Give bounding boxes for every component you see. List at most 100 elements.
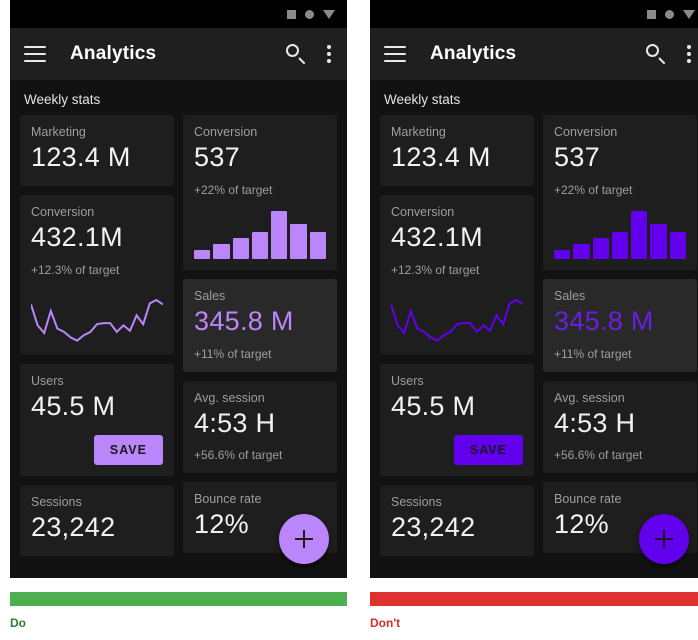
bar-2 xyxy=(573,244,590,259)
save-row: SAVE xyxy=(391,435,523,466)
square-icon xyxy=(647,9,656,19)
line-chart xyxy=(31,289,163,344)
line-chart xyxy=(391,289,523,344)
bar-2 xyxy=(213,244,230,259)
save-button[interactable]: SAVE xyxy=(453,435,523,466)
app-bar: Analytics xyxy=(370,28,698,80)
bar-7 xyxy=(309,231,326,259)
card-value: 4:53 H xyxy=(554,407,636,438)
caption-do: Do xyxy=(10,616,26,630)
card-conversion-secondary[interactable]: Conversion 432.1M +12.3% of target xyxy=(380,194,534,355)
card-label: Conversion xyxy=(194,125,258,139)
card-subtext: +12.3% of target xyxy=(31,262,120,277)
card-value: 432.1M xyxy=(31,221,123,252)
phone-frame-dont: Analytics Weekly stats Marketing 123.4 M… xyxy=(370,0,698,578)
card-value: 23,242 xyxy=(31,512,116,543)
card-conversion-secondary[interactable]: Conversion 432.1M +12.3% of target xyxy=(20,194,174,355)
card-value: 537 xyxy=(554,142,600,172)
bar-4 xyxy=(251,232,269,259)
bar-chart xyxy=(194,210,326,259)
card-subtext: +56.6% of target xyxy=(554,448,643,463)
card-subtext: +11% of target xyxy=(554,346,632,361)
card-label: Sessions xyxy=(31,495,82,510)
bar-6 xyxy=(650,224,667,259)
bar-chart xyxy=(554,210,686,259)
card-avg-session[interactable]: Avg. session 4:53 H +56.6% of target xyxy=(543,380,697,474)
bar-6 xyxy=(290,224,307,259)
hamburger-menu-icon[interactable] xyxy=(384,46,406,62)
card-users[interactable]: Users 45.5 M SAVE xyxy=(20,363,174,477)
bar-3 xyxy=(592,237,609,259)
bar-5 xyxy=(271,210,288,259)
search-icon[interactable] xyxy=(285,43,307,65)
card-label: Users xyxy=(31,373,64,388)
stats-column-right: Conversion 537 +22% of target Sales 345.… xyxy=(183,115,337,556)
card-value: 345.8 M xyxy=(554,305,654,336)
card-subtext: +22% of target xyxy=(194,182,273,197)
card-value: 123.4 M xyxy=(31,142,131,172)
section-title: Weekly stats xyxy=(384,92,461,107)
status-bar-do xyxy=(10,592,347,606)
stats-column-left: Marketing 123.4 M Conversion 432.1M +12.… xyxy=(20,115,174,556)
card-marketing[interactable]: Marketing 123.4 M xyxy=(380,115,534,186)
floating-action-button[interactable] xyxy=(639,514,689,564)
card-label: Sales xyxy=(554,288,586,303)
card-subtext: +11% of target xyxy=(194,346,272,361)
example-do: Analytics Weekly stats Marketing 123.4 M… xyxy=(10,0,347,630)
bar-1 xyxy=(194,250,211,259)
card-sales[interactable]: Sales 345.8 M +11% of target xyxy=(183,278,337,372)
app-bar: Analytics xyxy=(10,28,347,80)
card-value: 432.1M xyxy=(391,221,483,252)
card-conversion-primary[interactable]: Conversion 537 +22% of target xyxy=(543,115,697,270)
stats-column-right: Conversion 537 +22% of target Sales 345.… xyxy=(543,115,697,556)
card-conversion-primary[interactable]: Conversion 537 +22% of target xyxy=(183,115,337,270)
bar-1 xyxy=(554,250,571,259)
content-area-do: Weekly stats Marketing 123.4 M Conversio… xyxy=(10,80,347,578)
card-sessions[interactable]: Sessions 23,242 xyxy=(20,485,174,556)
card-label: Avg. session xyxy=(554,390,625,405)
bar-5 xyxy=(631,210,648,259)
hamburger-menu-icon[interactable] xyxy=(24,46,46,62)
card-value: 45.5 M xyxy=(31,390,116,421)
circle-icon xyxy=(665,9,674,19)
status-bar-icons xyxy=(647,9,695,19)
overflow-menu-icon[interactable] xyxy=(327,45,331,63)
status-bar-icons xyxy=(287,9,335,19)
search-icon[interactable] xyxy=(645,43,667,65)
card-sessions[interactable]: Sessions 23,242 xyxy=(380,485,534,556)
card-subtext: +22% of target xyxy=(554,182,633,197)
save-button[interactable]: SAVE xyxy=(93,435,163,466)
card-label: Conversion xyxy=(31,204,95,219)
status-bar xyxy=(370,0,698,28)
triangle-down-icon xyxy=(323,9,335,19)
card-avg-session[interactable]: Avg. session 4:53 H +56.6% of target xyxy=(183,380,337,474)
bar-3 xyxy=(232,237,249,259)
page-title: Analytics xyxy=(430,43,517,64)
card-users[interactable]: Users 45.5 M SAVE xyxy=(380,363,534,477)
card-label: Conversion xyxy=(391,204,455,219)
card-value: 537 xyxy=(194,142,240,172)
card-value: 345.8 M xyxy=(194,305,294,336)
card-marketing[interactable]: Marketing 123.4 M xyxy=(20,115,174,186)
content-area-dont: Weekly stats Marketing 123.4 M Conversio… xyxy=(370,80,698,578)
caption-dont: Don't xyxy=(370,616,401,630)
stats-grid: Marketing 123.4 M Conversion 432.1M +12.… xyxy=(370,115,698,556)
phone-frame-do: Analytics Weekly stats Marketing 123.4 M… xyxy=(10,0,347,578)
triangle-down-icon xyxy=(683,9,695,19)
card-subtext: +12.3% of target xyxy=(391,262,480,277)
card-sales[interactable]: Sales 345.8 M +11% of target xyxy=(543,278,697,372)
card-value: 123.4 M xyxy=(391,142,491,172)
overflow-menu-icon[interactable] xyxy=(687,45,691,63)
bar-7 xyxy=(669,231,686,259)
card-label: Sales xyxy=(194,288,226,303)
square-icon xyxy=(287,9,296,19)
circle-icon xyxy=(305,9,314,19)
example-dont: Analytics Weekly stats Marketing 123.4 M… xyxy=(370,0,698,630)
bar-4 xyxy=(611,232,629,259)
plus-icon xyxy=(295,530,313,548)
card-label: Marketing xyxy=(31,125,86,139)
stats-column-left: Marketing 123.4 M Conversion 432.1M +12.… xyxy=(380,115,534,556)
card-value: 23,242 xyxy=(391,512,476,543)
floating-action-button[interactable] xyxy=(279,514,329,564)
comparison-page: Analytics Weekly stats Marketing 123.4 M… xyxy=(0,0,698,640)
